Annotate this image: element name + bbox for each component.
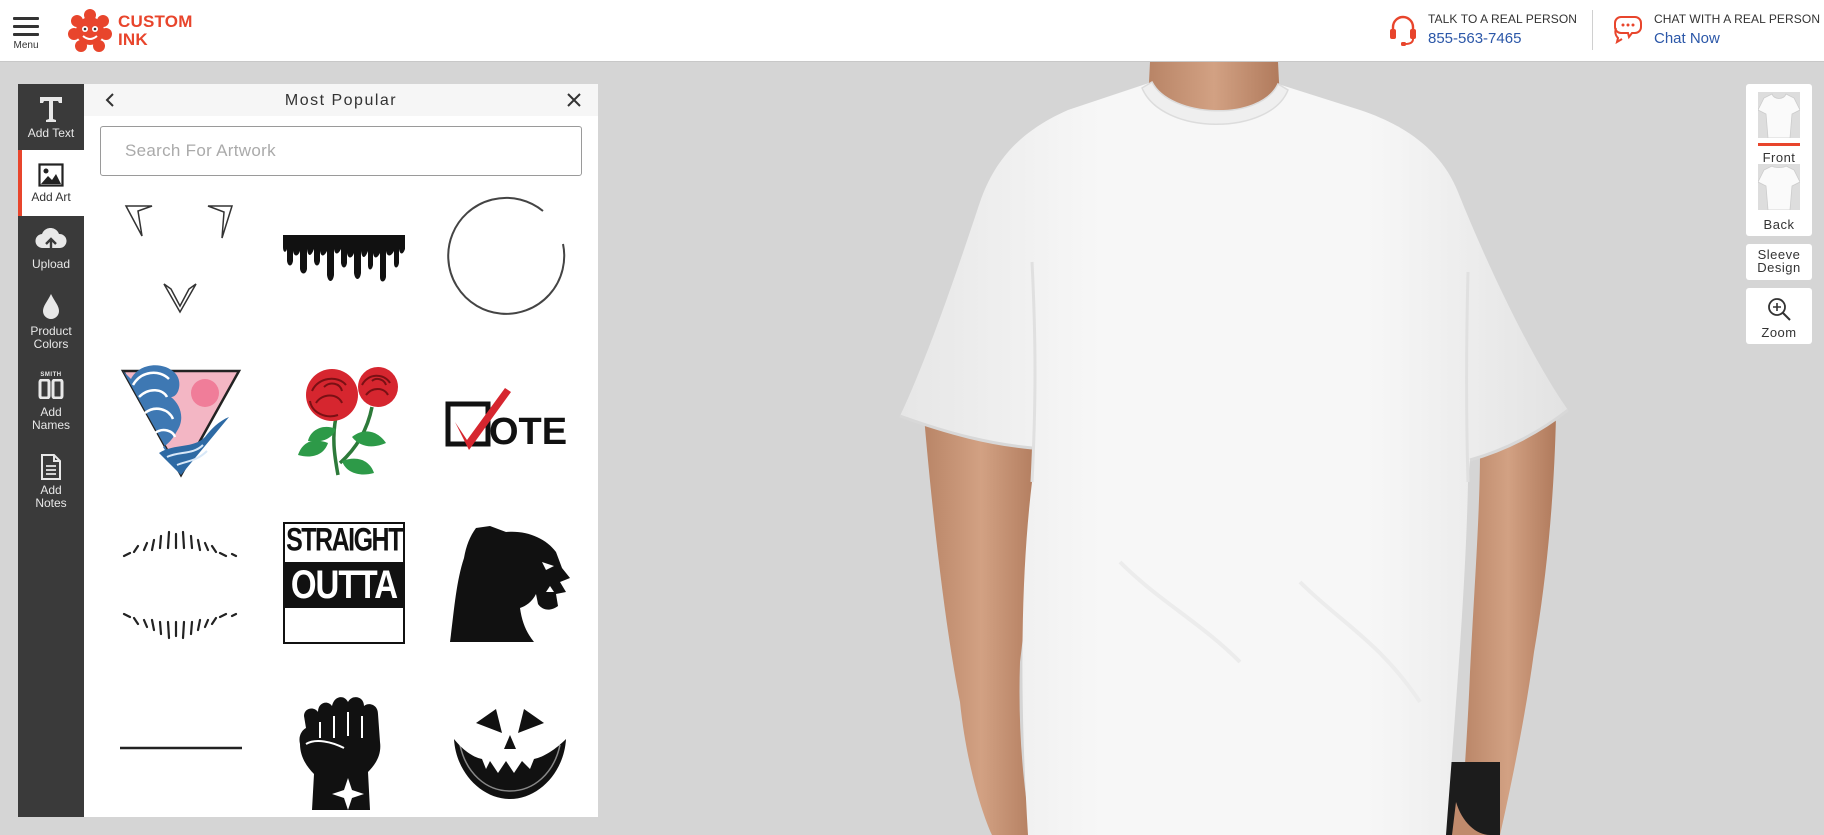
great-wave-art [120, 365, 242, 478]
names-icon-caption: SMITH [40, 372, 62, 378]
header: Menu CUSTOM INK TALK TO A REAL PERSON 85… [0, 0, 1824, 62]
triangle-corners-art [124, 205, 234, 314]
product-colors-label: Product Colors [30, 324, 72, 351]
art-item-red-roses[interactable] [269, 344, 419, 494]
back-label: Back [1763, 217, 1795, 232]
phone-contact: TALK TO A REAL PERSON 855-563-7465 [1388, 12, 1577, 47]
upload-tool[interactable]: Upload [18, 216, 84, 282]
phone-label: TALK TO A REAL PERSON [1428, 12, 1578, 26]
zoom-button[interactable]: Zoom [1746, 288, 1812, 344]
outta-text: OUTTA [290, 562, 398, 607]
phone-number-link[interactable]: 855-563-7465 [1428, 30, 1577, 47]
logo-mascot-icon [68, 9, 112, 52]
front-label: Front [1762, 150, 1796, 165]
sunburst-lines-art [122, 530, 238, 640]
art-item-horizontal-line[interactable] [106, 672, 256, 817]
art-item-paint-drip[interactable] [269, 184, 419, 334]
art-item-jack-o-lantern[interactable] [435, 672, 585, 817]
raised-fist-art [299, 697, 381, 810]
artwork-search-input[interactable] [100, 126, 582, 176]
headset-icon [1390, 15, 1416, 46]
sleeve-label-line2: Design [1757, 260, 1801, 275]
art-item-straight-outta[interactable]: STRAIGHT OUTTA [269, 508, 419, 658]
document-icon [41, 454, 61, 480]
zoom-label: Zoom [1761, 325, 1797, 340]
add-notes-tool[interactable]: Add Notes [18, 442, 84, 522]
chat-label: CHAT WITH A REAL PERSON [1654, 12, 1821, 26]
front-thumbnail-icon [1757, 92, 1801, 139]
menu-button[interactable]: Menu [8, 14, 44, 51]
text-t-icon [40, 96, 62, 122]
panel-header: Most Popular [84, 84, 598, 116]
add-notes-label: Add Notes [35, 483, 67, 510]
art-item-vote[interactable]: OTE [435, 344, 585, 494]
art-item-great-wave-triangle[interactable] [106, 344, 256, 494]
horizontal-line-art [120, 746, 242, 750]
close-icon[interactable] [566, 92, 582, 108]
art-item-panther[interactable] [435, 508, 585, 658]
logo-line-1: CUSTOM [118, 12, 193, 31]
art-panel: Most Popular Search For Artwork OTE STRA… [84, 84, 598, 817]
header-divider [1592, 10, 1593, 50]
jack-o-lantern-art [454, 709, 566, 799]
vote-checkbox-art: OTE [445, 388, 567, 453]
add-text-tool[interactable]: Add Text [18, 84, 84, 150]
art-item-raised-fist[interactable] [269, 672, 419, 817]
tshirt-model-image [899, 62, 1569, 835]
add-names-tool[interactable]: SMITH Add Names [18, 362, 84, 442]
front-underline [1758, 143, 1800, 146]
add-names-label: Add Names [31, 405, 70, 432]
art-item-triangle-corners[interactable] [106, 184, 256, 334]
paint-drip-art [283, 235, 405, 282]
chat-now-link[interactable]: Chat Now [1654, 30, 1820, 47]
art-item-open-circle[interactable] [435, 184, 585, 334]
color-drop-icon [43, 294, 59, 319]
design-toolbar: Add Text Add Art Upload Product Colors S… [18, 84, 84, 817]
product-colors-tool[interactable]: Product Colors [18, 282, 84, 362]
zoom-in-icon [1768, 298, 1791, 321]
names-numbers-icon: SMITH [38, 372, 64, 402]
upload-label: Upload [31, 256, 71, 271]
add-art-tool[interactable]: Add Art [18, 150, 84, 216]
front-view-button[interactable]: Front [1746, 92, 1812, 165]
panther-head-art [450, 526, 570, 642]
art-item-sunburst-lines[interactable] [106, 508, 256, 658]
design-canvas[interactable] [600, 62, 1824, 835]
chat-bubbles-icon [1614, 16, 1642, 44]
straight-outta-art: STRAIGHT OUTTA [283, 522, 405, 644]
hamburger-icon [8, 17, 44, 36]
view-selector: Front Back [1746, 84, 1812, 236]
straight-text: STRAIGHT [286, 521, 403, 559]
sleeve-design-button[interactable]: Sleeve Design [1746, 244, 1812, 280]
back-thumbnail-icon [1757, 164, 1801, 211]
chat-contact: CHAT WITH A REAL PERSON Chat Now [1612, 12, 1820, 47]
red-roses-art [298, 367, 398, 476]
open-circle-art [447, 196, 566, 315]
vote-art-text: OTE [489, 411, 567, 453]
menu-label: Menu [13, 40, 39, 51]
add-art-label: Add Art [31, 189, 71, 204]
panel-title: Most Popular [284, 92, 398, 109]
custom-ink-logo[interactable]: CUSTOM INK [68, 9, 193, 53]
image-icon [38, 162, 64, 187]
add-text-label: Add Text [27, 125, 75, 140]
cloud-upload-icon [35, 227, 67, 252]
logo-text: CUSTOM INK [118, 13, 193, 49]
logo-line-2: INK [118, 30, 148, 49]
back-view-button[interactable]: Back [1746, 164, 1812, 236]
